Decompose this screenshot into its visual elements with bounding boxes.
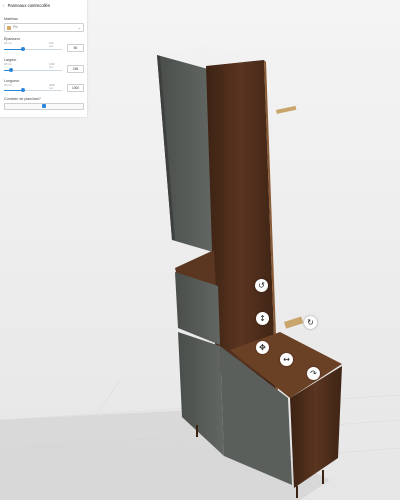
move-vertical-icon[interactable]: ↕ [256, 312, 269, 325]
flatten-slider[interactable] [4, 103, 84, 110]
material-value: Pin [13, 25, 18, 30]
width-label: Largeur [4, 58, 17, 62]
thickness-slider[interactable] [4, 47, 62, 52]
width-slider[interactable] [4, 68, 62, 73]
move-all-icon[interactable]: ✥ [256, 341, 269, 354]
width-input[interactable]: 155 [67, 65, 84, 73]
rotate-icon[interactable]: ↺ [255, 279, 268, 292]
chevron-down-icon: ⌄ [77, 24, 81, 30]
width-slider-handle[interactable] [8, 68, 13, 73]
length-input[interactable]: 1000 [67, 84, 84, 92]
panel-header: ‹ Panneaux contrecollés [3, 3, 50, 8]
move-horizontal-icon[interactable]: ↔ [280, 353, 293, 366]
length-slider-handle[interactable] [20, 88, 25, 93]
width-max: 1200 mm [49, 63, 55, 69]
thickness-slider-handle[interactable] [21, 47, 26, 52]
length-label: Longueur [4, 79, 20, 83]
settings-panel: ‹ Panneaux contrecollés Matériau Pin ⌄ É… [0, 0, 87, 117]
material-label: Matériau [4, 17, 18, 21]
material-select[interactable]: Pin ⌄ [4, 23, 84, 32]
rotate-icon[interactable]: ↻ [304, 316, 317, 329]
length-slider[interactable] [4, 88, 62, 93]
chevron-left-icon[interactable]: ‹ [3, 3, 4, 8]
thickness-input[interactable]: 60 [67, 44, 84, 52]
length-min: 30 mm [4, 84, 12, 87]
thickness-label: Épaisseur [4, 37, 20, 41]
panel-title: Panneaux contrecollés [7, 3, 50, 8]
width-min: 30 mm [4, 63, 12, 66]
material-swatch [7, 25, 11, 30]
rotate-icon[interactable]: ↷ [307, 367, 320, 380]
flatten-label: Combien de planches? [4, 97, 41, 101]
thickness-max: 100 mm [49, 42, 54, 48]
length-slider-fill [4, 90, 23, 91]
thickness-min: 18 mm [4, 42, 12, 45]
flatten-slider-handle[interactable] [42, 104, 46, 109]
